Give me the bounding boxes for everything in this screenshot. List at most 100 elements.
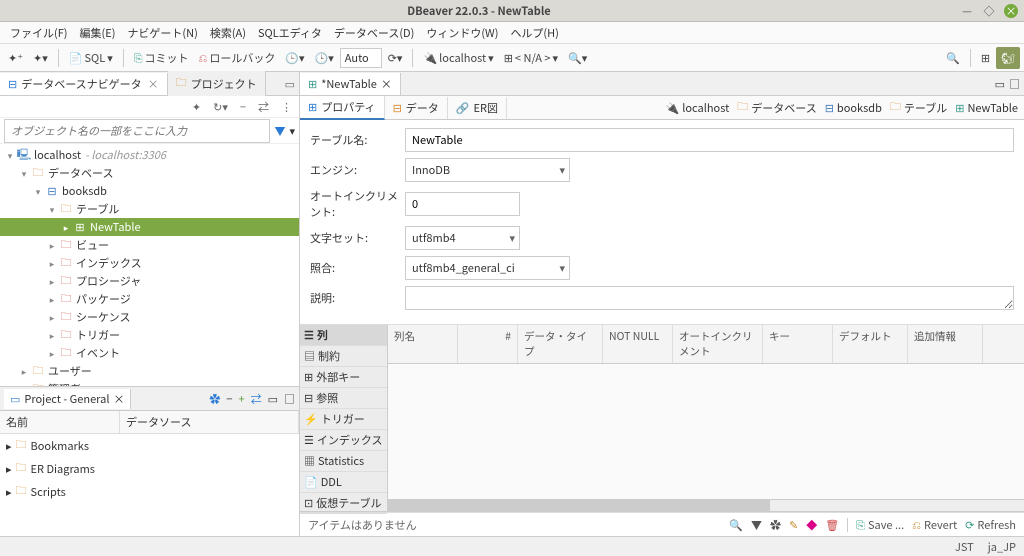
gcol-notnull[interactable]: NOT NULL bbox=[603, 325, 673, 363]
tree-users[interactable]: ▸🗀ユーザー bbox=[0, 362, 299, 380]
connect-icon[interactable]: ✦ bbox=[189, 98, 204, 116]
gear-icon[interactable]: ✿ bbox=[770, 517, 781, 533]
add-icon[interactable]: + bbox=[238, 391, 244, 407]
close-icon[interactable]: × bbox=[381, 76, 392, 92]
tree-views-folder[interactable]: ▸🗀ビュー bbox=[0, 236, 299, 254]
grid-body[interactable] bbox=[388, 364, 1024, 499]
transaction-log-icon[interactable]: ⟳▾ bbox=[384, 48, 407, 68]
input-autoinc[interactable] bbox=[405, 192, 520, 216]
input-table-name[interactable] bbox=[405, 128, 1014, 152]
edit-icon[interactable]: ✎ bbox=[789, 517, 798, 533]
select-collation[interactable]: utf8mb4_general_ci bbox=[405, 256, 570, 280]
tab-db-navigator[interactable]: ⊟ データベースナビゲータ × bbox=[0, 73, 168, 95]
transaction-mode-icon[interactable]: 🕒▾ bbox=[281, 48, 308, 68]
more-icon[interactable]: ⋮ bbox=[278, 98, 295, 116]
editor-tab-newtable[interactable]: ⊞ *NewTable × bbox=[300, 73, 401, 95]
schema-combo[interactable]: ⊞ < N/A > ▾ bbox=[500, 48, 562, 68]
menu-help[interactable]: ヘルプ(H) bbox=[504, 23, 564, 43]
new-icon[interactable]: ◆ bbox=[806, 517, 817, 533]
commit-button[interactable]: ⎘ コミット bbox=[130, 48, 193, 68]
side-virtual[interactable]: ⊡仮想テーブル bbox=[300, 493, 387, 514]
tree-indexes-folder[interactable]: ▸🗀インデックス bbox=[0, 254, 299, 272]
tree-packages-folder[interactable]: ▸🗀パッケージ bbox=[0, 290, 299, 308]
subtab-properties[interactable]: ⊞プロパティ bbox=[300, 96, 385, 120]
save-button[interactable]: ⎘Save ... bbox=[856, 517, 904, 533]
tab-projects[interactable]: 🗀 プロジェクト bbox=[168, 71, 266, 96]
new-connection-icon[interactable]: ✦⁺ bbox=[4, 48, 27, 68]
side-references[interactable]: ⊟参照 bbox=[300, 388, 387, 409]
link-icon[interactable]: ⇄ bbox=[251, 391, 262, 407]
col-datasource[interactable]: データソース bbox=[120, 411, 299, 433]
project-item-bookmarks[interactable]: ▸🗀Bookmarks bbox=[0, 434, 299, 457]
subtab-data[interactable]: ⊟データ bbox=[385, 97, 448, 119]
tree-triggers-folder[interactable]: ▸🗀トリガー bbox=[0, 326, 299, 344]
minimize-icon[interactable]: ▭ bbox=[995, 76, 1005, 92]
gcol-num[interactable]: # bbox=[458, 325, 518, 363]
refresh-button[interactable]: ⟳Refresh bbox=[965, 517, 1016, 533]
breadcrumb-table[interactable]: ⊞NewTable bbox=[955, 100, 1018, 116]
tree-connection[interactable]: ▾🖳localhost- localhost:3306 bbox=[0, 146, 299, 164]
side-indexes[interactable]: ☰インデックス bbox=[300, 430, 387, 451]
close-window-button[interactable]: × bbox=[1004, 4, 1018, 18]
gcol-key[interactable]: キー bbox=[763, 325, 833, 363]
breadcrumb-host[interactable]: 🔌localhost bbox=[666, 100, 730, 116]
gcol-default[interactable]: デフォルト bbox=[833, 325, 908, 363]
collapse-icon[interactable]: − bbox=[237, 98, 249, 116]
maximize-icon[interactable]: □ bbox=[284, 391, 295, 407]
maximize-button[interactable]: ◇ bbox=[982, 4, 996, 18]
new-connection-dropdown-icon[interactable]: ✦▾ bbox=[29, 48, 52, 68]
menu-window[interactable]: ウィンドウ(W) bbox=[420, 23, 504, 43]
dbeaver-perspective-icon[interactable]: 🐿 bbox=[996, 47, 1020, 69]
database-tree[interactable]: ▾🖳localhost- localhost:3306 ▾🗀データベース ▾⊟b… bbox=[0, 144, 299, 386]
gcol-autoinc[interactable]: オートインクリメント bbox=[673, 325, 763, 363]
project-item-scripts[interactable]: ▸🗀Scripts bbox=[0, 480, 299, 503]
filter-menu-icon[interactable]: ▾ bbox=[289, 123, 295, 139]
maximize-icon[interactable]: □ bbox=[1009, 76, 1020, 92]
rollback-button[interactable]: ⎌ ロールバック bbox=[195, 48, 280, 68]
link-icon[interactable]: ⇄ bbox=[255, 98, 272, 116]
sql-editor-button[interactable]: 📄 SQL ▾ bbox=[65, 48, 117, 68]
tree-procs-folder[interactable]: ▸🗀プロシージャ bbox=[0, 272, 299, 290]
textarea-description[interactable] bbox=[405, 286, 1014, 310]
revert-button[interactable]: ⎌Revert bbox=[912, 517, 957, 533]
menu-search[interactable]: 検索(A) bbox=[204, 23, 252, 43]
delete-icon[interactable]: 🗑 bbox=[825, 517, 839, 533]
filter-icon[interactable]: ▼ bbox=[751, 517, 762, 533]
close-icon[interactable]: × bbox=[148, 76, 159, 92]
settings-icon[interactable]: 🔍▾ bbox=[564, 48, 591, 68]
subtab-er[interactable]: 🔗ER図 bbox=[448, 97, 507, 119]
menu-file[interactable]: ファイル(F) bbox=[4, 23, 74, 43]
select-engine[interactable]: InnoDB bbox=[405, 158, 570, 182]
tab-project-general[interactable]: ▭ Project - General × bbox=[4, 389, 131, 409]
select-charset[interactable]: utf8mb4 bbox=[405, 226, 520, 250]
transaction-isolation-icon[interactable]: 🕒▾ bbox=[311, 48, 338, 68]
minimize-panel-icon[interactable]: ▭ bbox=[281, 74, 299, 94]
side-statistics[interactable]: ▦Statistics bbox=[300, 451, 387, 472]
filter-icon[interactable]: ▼ bbox=[274, 123, 285, 139]
search-icon[interactable]: 🔍 bbox=[729, 517, 743, 533]
connection-combo[interactable]: 🔌 localhost ▾ bbox=[419, 48, 497, 68]
breadcrumb-db[interactable]: 🗀データベース bbox=[737, 98, 816, 117]
gcol-name[interactable]: 列名 bbox=[388, 325, 458, 363]
minimize-icon[interactable]: ▭ bbox=[268, 391, 278, 407]
side-columns[interactable]: ☰列 bbox=[300, 325, 387, 346]
tree-databases[interactable]: ▾🗀データベース bbox=[0, 164, 299, 182]
gear-icon[interactable]: ✿ bbox=[209, 391, 220, 407]
filter-input[interactable] bbox=[4, 119, 270, 143]
tree-table-newtable[interactable]: ▸⊞NewTable bbox=[0, 218, 299, 236]
commit-mode-combo[interactable]: Auto bbox=[340, 48, 382, 68]
refresh-icon[interactable]: ↻▾ bbox=[210, 98, 231, 116]
gcol-extra[interactable]: 追加情報 bbox=[908, 325, 983, 363]
tree-tables-folder[interactable]: ▾🗀テーブル bbox=[0, 200, 299, 218]
minimize-button[interactable]: — bbox=[960, 4, 974, 18]
gcol-datatype[interactable]: データ・タイプ bbox=[518, 325, 603, 363]
breadcrumb-tables[interactable]: 🗀テーブル bbox=[890, 98, 947, 117]
project-item-erdiagrams[interactable]: ▸🗀ER Diagrams bbox=[0, 457, 299, 480]
col-name[interactable]: 名前 bbox=[0, 411, 120, 433]
scrollbar-thumb[interactable] bbox=[388, 500, 770, 511]
side-triggers[interactable]: ⚡トリガー bbox=[300, 409, 387, 430]
menu-navigate[interactable]: ナビゲート(N) bbox=[121, 23, 203, 43]
tree-schema[interactable]: ▾⊟booksdb bbox=[0, 182, 299, 200]
menu-edit[interactable]: 編集(E) bbox=[74, 23, 122, 43]
perspective-icon[interactable]: ⊞ bbox=[977, 48, 994, 68]
